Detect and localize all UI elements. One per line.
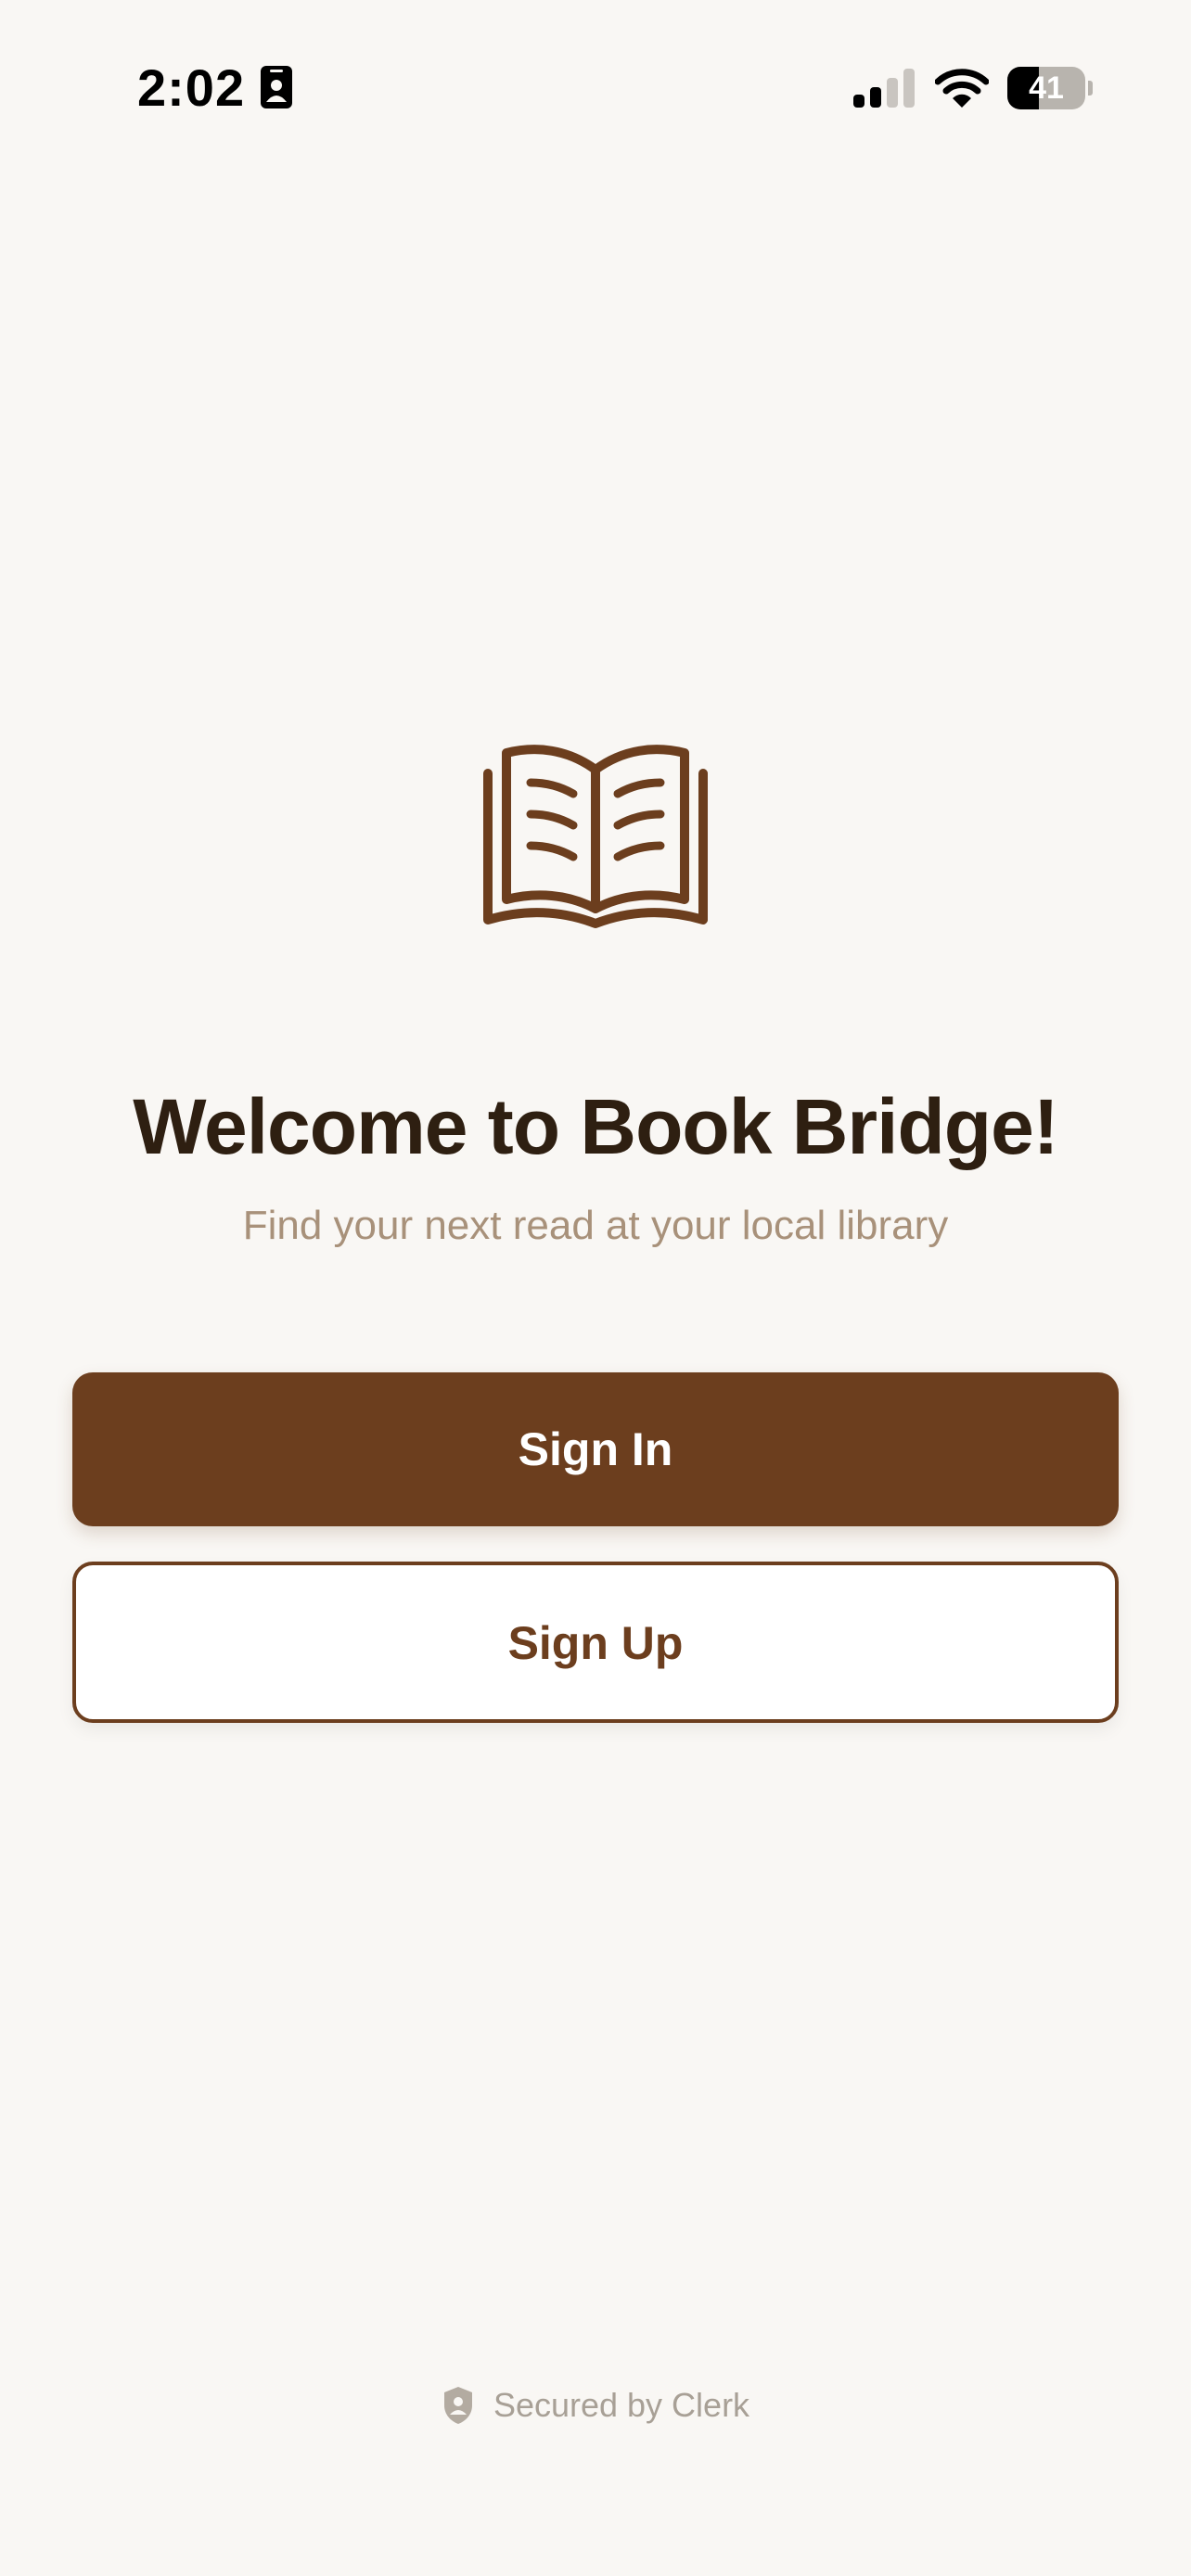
cellular-signal-icon xyxy=(853,69,915,108)
shield-icon xyxy=(443,2387,472,2424)
welcome-title: Welcome to Book Bridge! xyxy=(133,1083,1059,1170)
welcome-subtitle: Find your next read at your local librar… xyxy=(242,1203,949,1248)
secured-by-footer: Secured by Clerk xyxy=(0,2379,1191,2431)
battery-icon: 41 xyxy=(1007,67,1093,109)
battery-level: 41 xyxy=(1029,70,1064,106)
battery-body: 41 xyxy=(1007,67,1085,109)
wifi-icon xyxy=(935,69,989,108)
battery-cap xyxy=(1088,81,1093,96)
contact-card-icon xyxy=(261,66,292,108)
sign-in-button[interactable]: Sign In xyxy=(72,1372,1119,1526)
status-time: 2:02 xyxy=(137,58,246,117)
open-book-icon xyxy=(483,745,708,928)
status-bar: 2:02 41 xyxy=(0,0,1191,176)
footer-text: Secured by Clerk xyxy=(493,2386,750,2424)
sign-up-button[interactable]: Sign Up xyxy=(72,1562,1119,1723)
